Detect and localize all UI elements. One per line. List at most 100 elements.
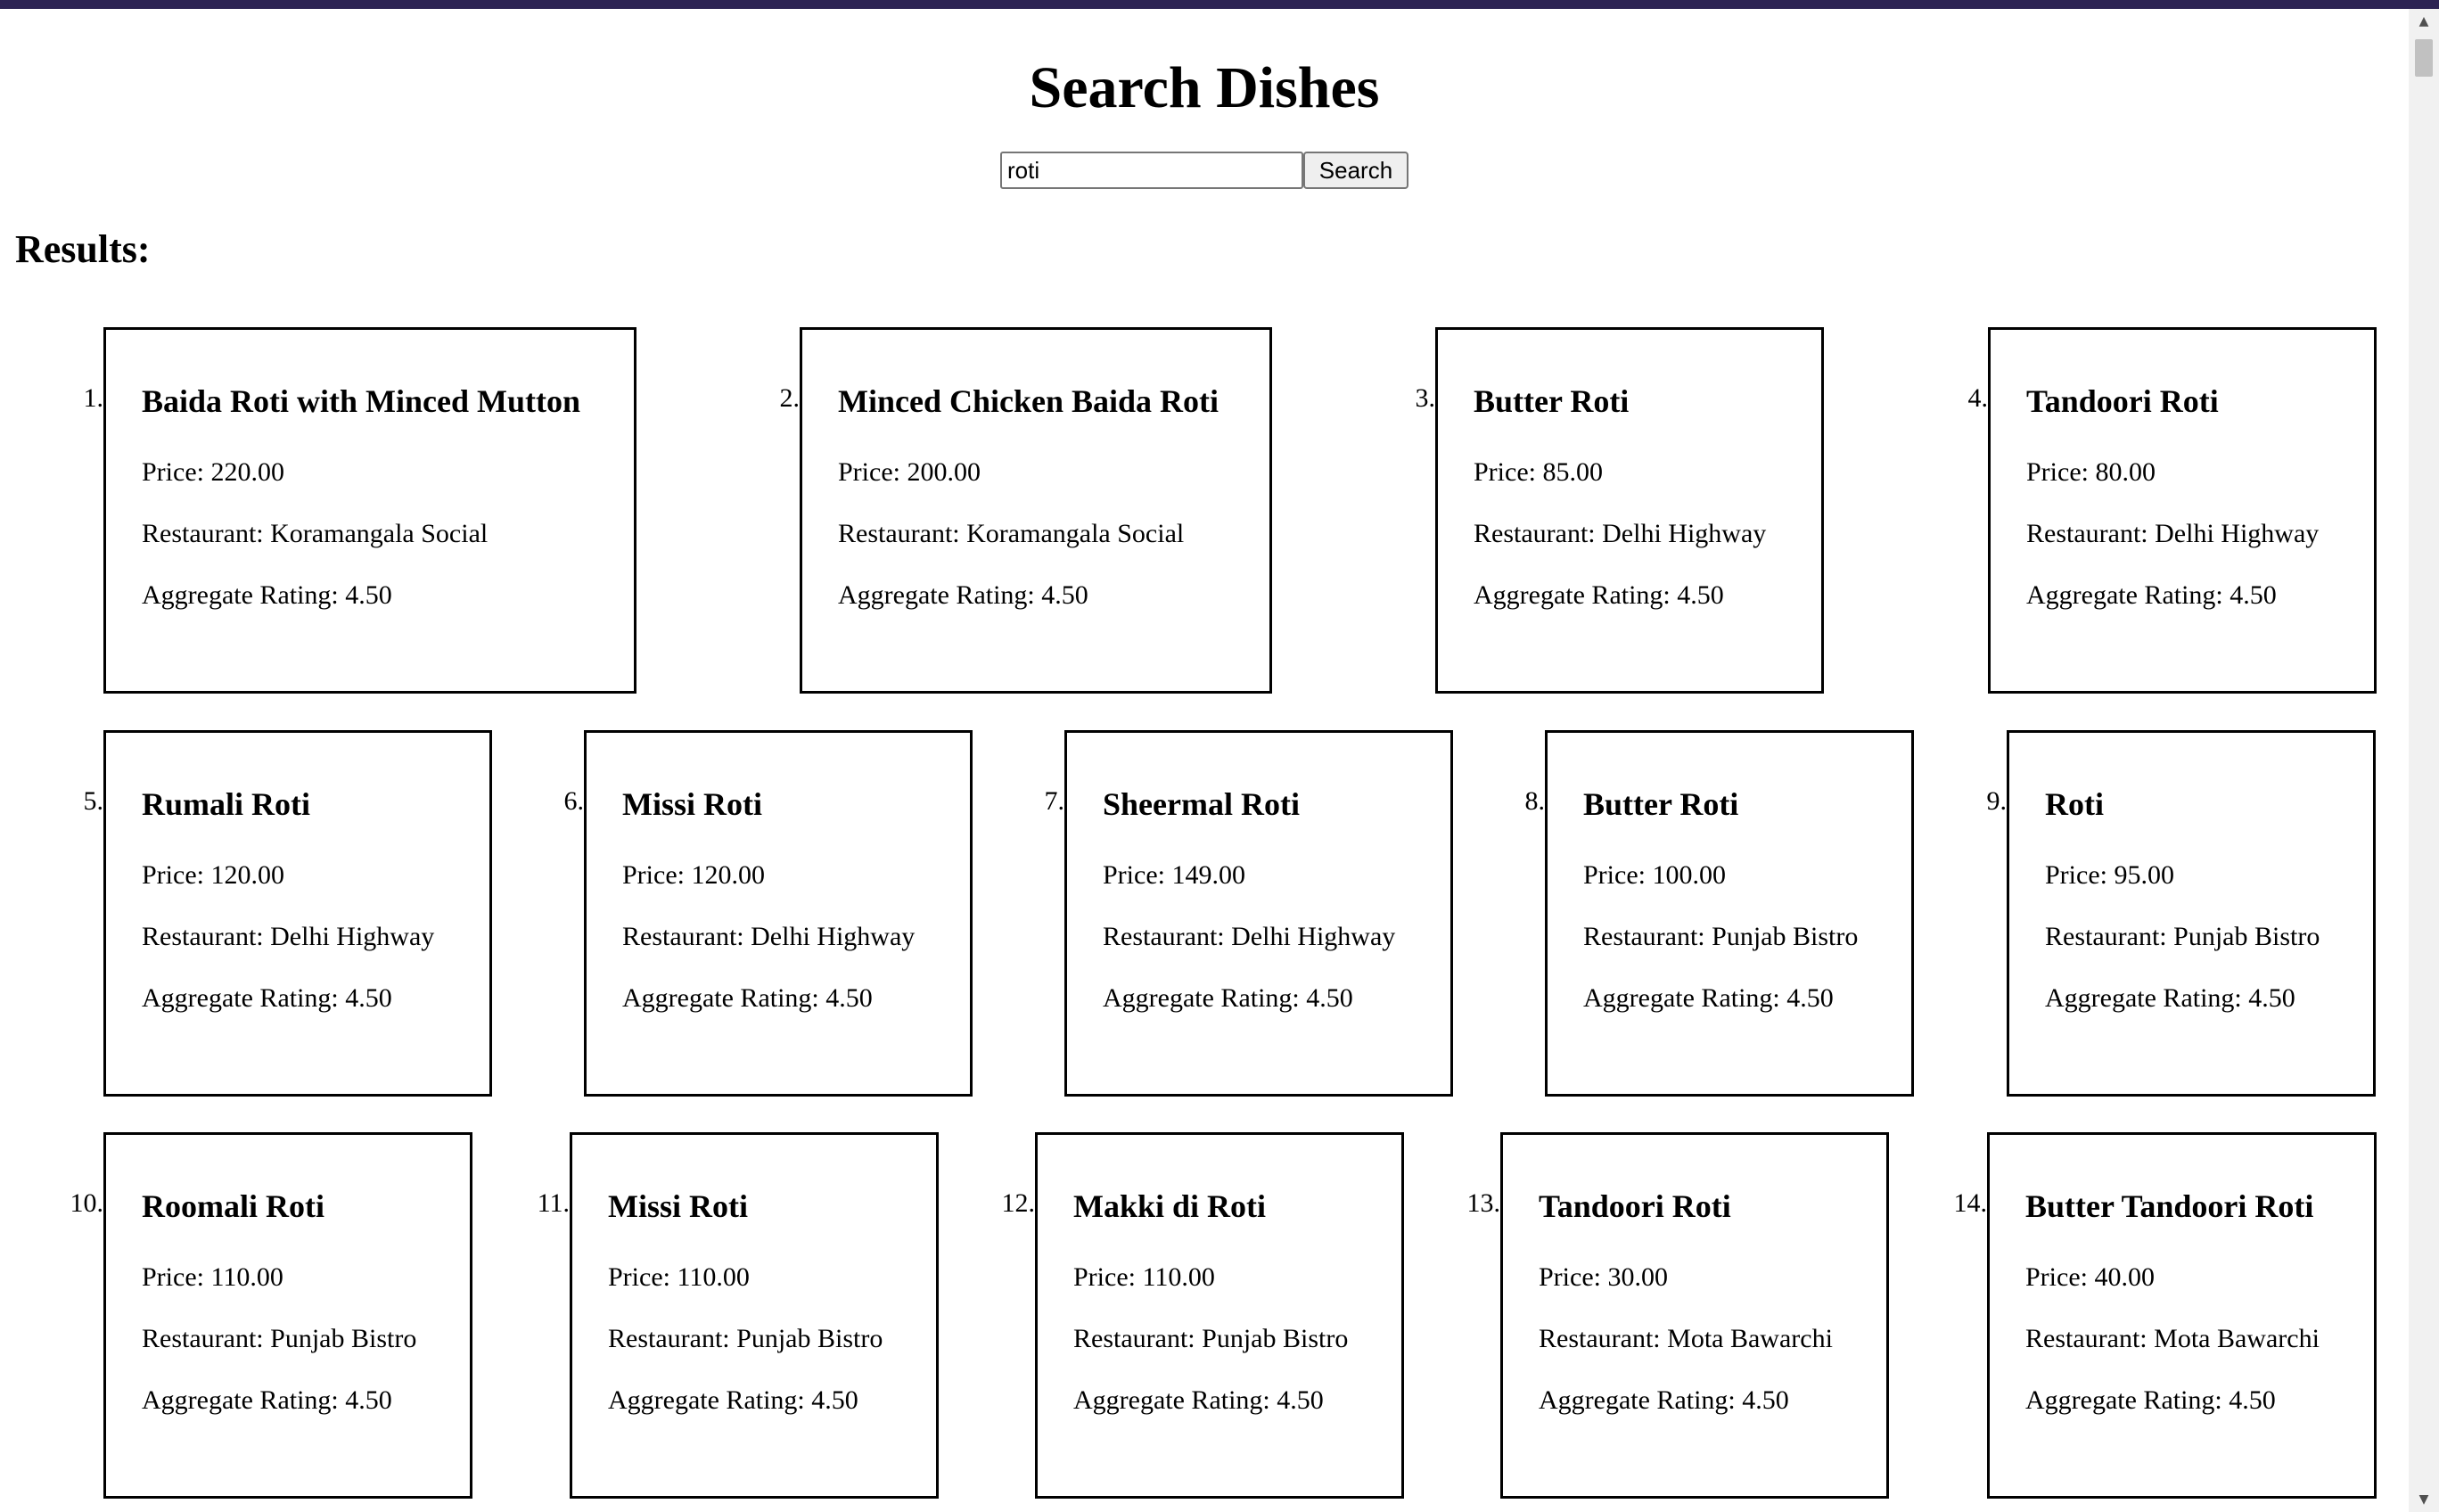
page-content: Search Dishes Search Results: 1. Baida R… [0, 9, 2409, 1512]
rating-label: Aggregate Rating: [2045, 983, 2249, 1013]
price-value: 95.00 [2114, 860, 2174, 890]
restaurant-value: Mota Bawarchi [1667, 1324, 1833, 1353]
search-form: Search [1000, 152, 1408, 189]
dish-name: Roomali Roti [142, 1188, 324, 1224]
dish-price: Price: 200.00 [838, 455, 981, 490]
rating-value: 4.50 [1041, 580, 1088, 610]
rating-value: 4.50 [1742, 1385, 1789, 1415]
rating-value: 4.50 [2230, 580, 2277, 610]
dish-restaurant: Restaurant: Punjab Bistro [1073, 1321, 1348, 1357]
restaurant-label: Restaurant: [142, 922, 271, 951]
restaurant-label: Restaurant: [1474, 519, 1603, 548]
price-label: Price: [1539, 1262, 1608, 1292]
rating-value: 4.50 [345, 983, 392, 1013]
dish-name: Missi Roti [608, 1188, 748, 1224]
rating-value: 4.50 [1786, 983, 1834, 1013]
page-title: Search Dishes [1029, 55, 1380, 120]
price-value: 120.00 [210, 860, 284, 890]
rating-label: Aggregate Rating: [838, 580, 1042, 610]
search-input[interactable] [1000, 152, 1303, 189]
result-number: 6. [563, 786, 585, 816]
dish-rating: Aggregate Rating: 4.50 [2026, 578, 2277, 613]
dish-restaurant: Restaurant: Koramangala Social [142, 516, 488, 552]
restaurant-value: Delhi Highway [2155, 519, 2320, 548]
dish-name: Butter Roti [1474, 383, 1630, 419]
rating-value: 4.50 [2229, 1385, 2276, 1415]
dish-rating: Aggregate Rating: 4.50 [2045, 981, 2295, 1016]
price-value: 110.00 [677, 1262, 750, 1292]
result-card: Missi Roti Price: 110.00 Restaurant: Pun… [570, 1132, 939, 1499]
price-value: 85.00 [1542, 457, 1603, 487]
result-number: 13. [1466, 1188, 1501, 1218]
rating-value: 4.50 [811, 1385, 858, 1415]
rating-value: 4.50 [345, 1385, 392, 1415]
price-label: Price: [608, 1262, 678, 1292]
result-number: 5. [83, 786, 104, 816]
result-number: 9. [1986, 786, 2008, 816]
rating-label: Aggregate Rating: [1583, 983, 1787, 1013]
dish-restaurant: Restaurant: Delhi Highway [1474, 516, 1766, 552]
price-value: 100.00 [1652, 860, 1726, 890]
rating-label: Aggregate Rating: [142, 1385, 346, 1415]
result-number: 12. [1001, 1188, 1036, 1218]
dish-restaurant: Restaurant: Punjab Bistro [608, 1321, 883, 1357]
rating-label: Aggregate Rating: [608, 1385, 812, 1415]
price-value: 30.00 [1607, 1262, 1668, 1292]
result-card: Rumali Roti Price: 120.00 Restaurant: De… [103, 730, 492, 1097]
restaurant-value: Delhi Highway [1231, 922, 1396, 951]
price-label: Price: [1073, 1262, 1143, 1292]
result-card: Butter Roti Price: 100.00 Restaurant: Pu… [1545, 730, 1914, 1097]
restaurant-label: Restaurant: [608, 1324, 737, 1353]
rating-value: 4.50 [1277, 1385, 1324, 1415]
dish-price: Price: 40.00 [2025, 1260, 2155, 1295]
result-number: 14. [1953, 1188, 1988, 1218]
dish-price: Price: 110.00 [608, 1260, 750, 1295]
result-card: Tandoori Roti Price: 80.00 Restaurant: D… [1988, 327, 2377, 694]
result-card: Minced Chicken Baida Roti Price: 200.00 … [800, 327, 1272, 694]
scrollbar-thumb[interactable] [2415, 39, 2433, 77]
restaurant-label: Restaurant: [1539, 1324, 1668, 1353]
dish-price: Price: 85.00 [1474, 455, 1603, 490]
restaurant-value: Delhi Highway [751, 922, 916, 951]
result-card: Makki di Roti Price: 110.00 Restaurant: … [1035, 1132, 1404, 1499]
dish-name: Butter Roti [1583, 786, 1739, 822]
restaurant-label: Restaurant: [142, 519, 271, 548]
dish-name: Butter Tandoori Roti [2025, 1188, 2314, 1224]
restaurant-value: Koramangala Social [966, 519, 1185, 548]
vertical-scrollbar[interactable]: ▲ ▼ [2409, 9, 2439, 1512]
rating-label: Aggregate Rating: [2026, 580, 2230, 610]
price-label: Price: [2045, 860, 2115, 890]
price-label: Price: [142, 860, 211, 890]
rating-label: Aggregate Rating: [622, 983, 826, 1013]
scroll-down-arrow-icon[interactable]: ▼ [2409, 1491, 2439, 1508]
result-number: 4. [1967, 383, 1989, 413]
dish-price: Price: 30.00 [1539, 1260, 1668, 1295]
result-number: 7. [1044, 786, 1065, 816]
rating-value: 4.50 [825, 983, 873, 1013]
result-number: 10. [70, 1188, 104, 1218]
price-label: Price: [1103, 860, 1172, 890]
dish-rating: Aggregate Rating: 4.50 [1583, 981, 1834, 1016]
restaurant-value: Delhi Highway [270, 922, 435, 951]
dish-price: Price: 149.00 [1103, 858, 1245, 893]
search-button[interactable]: Search [1303, 152, 1408, 189]
dish-restaurant: Restaurant: Koramangala Social [838, 516, 1184, 552]
rating-label: Aggregate Rating: [142, 580, 346, 610]
dish-rating: Aggregate Rating: 4.50 [142, 981, 392, 1016]
dish-restaurant: Restaurant: Delhi Highway [1103, 919, 1395, 955]
dish-rating: Aggregate Rating: 4.50 [142, 1383, 392, 1418]
price-value: 40.00 [2094, 1262, 2155, 1292]
dish-rating: Aggregate Rating: 4.50 [142, 578, 392, 613]
restaurant-value: Punjab Bistro [1202, 1324, 1349, 1353]
rating-label: Aggregate Rating: [2025, 1385, 2230, 1415]
scroll-up-arrow-icon[interactable]: ▲ [2409, 12, 2439, 30]
dish-price: Price: 95.00 [2045, 858, 2174, 893]
top-accent-bar [0, 0, 2439, 9]
restaurant-label: Restaurant: [2026, 519, 2156, 548]
result-number: 1. [83, 383, 104, 413]
dish-rating: Aggregate Rating: 4.50 [608, 1383, 858, 1418]
rating-value: 4.50 [2248, 983, 2295, 1013]
dish-rating: Aggregate Rating: 4.50 [1073, 1383, 1324, 1418]
dish-name: Missi Roti [622, 786, 762, 822]
result-card: Tandoori Roti Price: 30.00 Restaurant: M… [1500, 1132, 1889, 1499]
